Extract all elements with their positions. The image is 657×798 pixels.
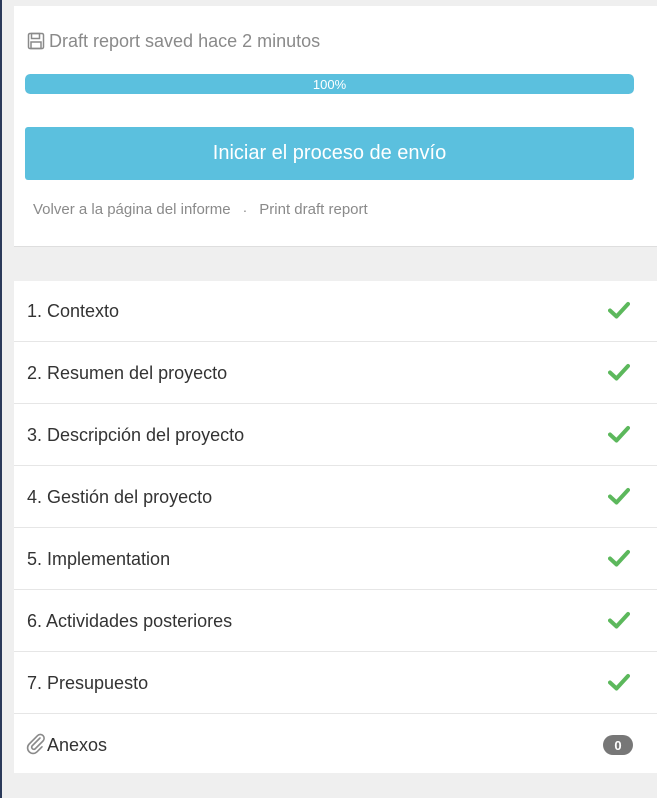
section-item-resumen[interactable]: 2. Resumen del proyecto	[14, 343, 657, 404]
link-separator: ·	[242, 201, 248, 218]
section-label: 4. Gestión del proyecto	[27, 486, 213, 507]
section-label: 7. Presupuesto	[27, 672, 149, 693]
print-draft-link[interactable]: Print draft report	[259, 201, 367, 218]
check-icon	[608, 364, 630, 381]
section-item-anexos[interactable]: Anexos 0	[14, 715, 657, 776]
section-label: 5. Implementation	[27, 548, 171, 569]
attachments-count-badge: 0	[603, 735, 633, 755]
section-item-contexto[interactable]: 1. Contexto	[14, 281, 657, 342]
report-links: Volver a la página del informe · Print d…	[33, 201, 368, 218]
submission-panel: Draft report saved hace 2 minutos 100% I…	[14, 6, 657, 247]
section-item-descripcion[interactable]: 3. Descripción del proyecto	[14, 405, 657, 466]
completion-progress-bar: 100%	[25, 74, 634, 94]
section-item-presupuesto[interactable]: 7. Presupuesto	[14, 653, 657, 714]
paperclip-icon	[26, 733, 45, 755]
section-item-actividades[interactable]: 6. Actividades posteriores	[14, 591, 657, 652]
check-icon	[608, 302, 630, 319]
check-icon	[608, 488, 630, 505]
floppy-disk-icon	[27, 32, 45, 50]
save-status-text: Draft report saved hace 2 minutos	[49, 30, 321, 51]
section-label: 2. Resumen del proyecto	[27, 362, 228, 383]
report-sidebar-frame: Draft report saved hace 2 minutos 100% I…	[0, 0, 657, 798]
progress-fill: 100%	[25, 74, 634, 94]
start-submission-button[interactable]: Iniciar el proceso de envío	[25, 127, 634, 180]
check-icon	[608, 426, 630, 443]
save-status: Draft report saved hace 2 minutos	[27, 29, 320, 53]
check-icon	[608, 550, 630, 567]
back-to-report-link[interactable]: Volver a la página del informe	[33, 201, 231, 218]
section-label: 6. Actividades posteriores	[27, 610, 233, 631]
check-icon	[608, 674, 630, 691]
section-item-gestion[interactable]: 4. Gestión del proyecto	[14, 467, 657, 528]
section-label: 1. Contexto	[27, 300, 120, 321]
sections-nav: 1. Contexto 2. Resumen del proyecto 3. D…	[14, 281, 657, 773]
progress-label: 100%	[312, 76, 347, 92]
attachments-label: Anexos	[47, 735, 108, 755]
section-label: 3. Descripción del proyecto	[27, 424, 245, 445]
section-item-implementation[interactable]: 5. Implementation	[14, 529, 657, 590]
check-icon	[608, 612, 630, 629]
